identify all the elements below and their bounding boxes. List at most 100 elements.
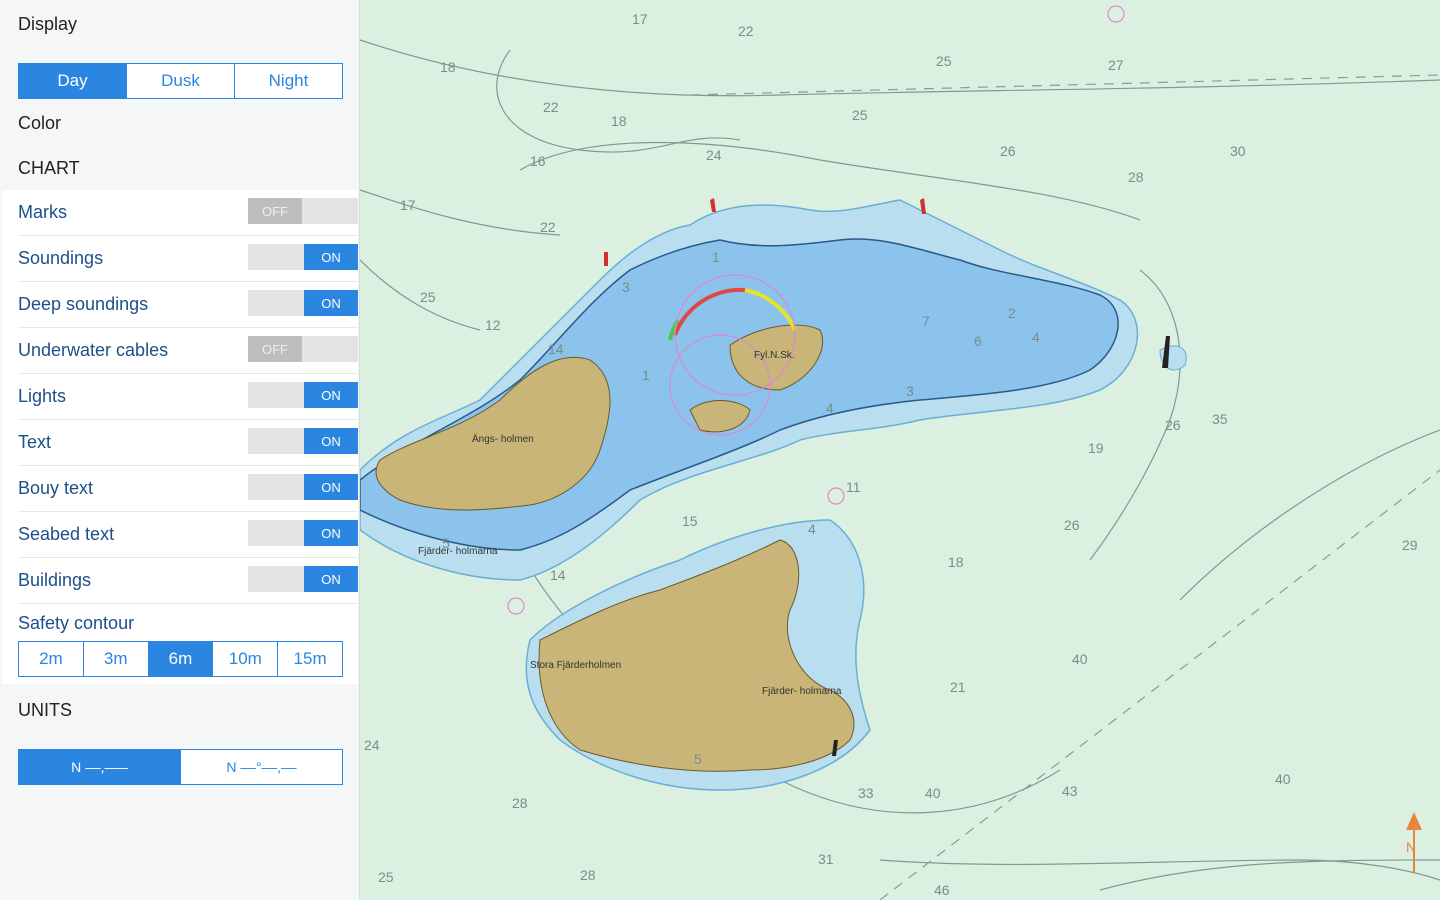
sounding-label: 3 xyxy=(906,383,914,399)
sounding-label: 2 xyxy=(1008,305,1016,321)
nautical-chart-map[interactable]: 17 22 25 27 18 22 18 25 16 24 26 30 28 1… xyxy=(360,0,1440,900)
sounding-label: 5 xyxy=(694,751,702,767)
sounding-label: 4 xyxy=(826,400,834,416)
sounding-label: 26 xyxy=(1165,417,1181,433)
sounding-label: 11 xyxy=(846,479,861,495)
sounding-label: 17 xyxy=(632,11,648,27)
toggle-row-lights: Lights ON xyxy=(18,374,358,420)
toggle-row-bouy-text: Bouy text ON xyxy=(18,466,358,512)
sounding-label: 28 xyxy=(580,867,596,883)
sounding-label: 22 xyxy=(540,219,556,235)
sounding-label: 19 xyxy=(1088,440,1104,456)
mode-day-button[interactable]: Day xyxy=(19,64,127,98)
soundings-toggle[interactable]: ON xyxy=(248,244,358,270)
sounding-label: 31 xyxy=(818,851,834,867)
sounding-label: 24 xyxy=(364,737,380,753)
sounding-label: 14 xyxy=(548,341,564,357)
sounding-label: 28 xyxy=(512,795,528,811)
mode-night-button[interactable]: Night xyxy=(235,64,342,98)
sounding-label: 35 xyxy=(1212,411,1228,427)
safety-6m-button[interactable]: 6m xyxy=(148,642,214,676)
toggle-state: OFF xyxy=(248,336,302,362)
sounding-label: 40 xyxy=(1275,771,1291,787)
text-toggle[interactable]: ON xyxy=(248,428,358,454)
sounding-label: 40 xyxy=(1072,651,1088,667)
units-decimal-minutes-button[interactable]: N ––,––– xyxy=(19,750,181,784)
sounding-label: 25 xyxy=(936,53,952,69)
toggle-row-buildings: Buildings ON xyxy=(18,558,358,604)
toggle-row-text: Text ON xyxy=(18,420,358,466)
safety-10m-button[interactable]: 10m xyxy=(213,642,279,676)
underwater-cables-toggle[interactable]: OFF xyxy=(248,336,358,362)
sounding-label: 12 xyxy=(485,317,501,333)
toggle-state: ON xyxy=(304,566,358,592)
sounding-label: 15 xyxy=(682,513,698,529)
sounding-label: 33 xyxy=(858,785,874,801)
sounding-label: 26 xyxy=(1000,143,1016,159)
units-degrees-minutes-button[interactable]: N ––°––,–– xyxy=(181,750,342,784)
toggle-state: ON xyxy=(304,382,358,408)
sounding-label: 4 xyxy=(1032,329,1040,345)
chart-section-title: CHART xyxy=(18,158,80,178)
sounding-label: 43 xyxy=(1062,783,1078,799)
safety-15m-button[interactable]: 15m xyxy=(278,642,342,676)
sounding-label: 25 xyxy=(378,869,394,885)
sounding-label: 3 xyxy=(622,279,630,295)
display-mode-selector: Day Dusk Night xyxy=(18,63,343,99)
toggle-row-seabed-text: Seabed text ON xyxy=(18,512,358,558)
lights-toggle[interactable]: ON xyxy=(248,382,358,408)
sounding-label: 1 xyxy=(712,249,720,265)
safety-contour-label: Safety contour xyxy=(18,612,135,633)
bouy-text-toggle[interactable]: ON xyxy=(248,474,358,500)
safety-3m-button[interactable]: 3m xyxy=(84,642,149,676)
toggle-row-underwater-cables: Underwater cables OFF xyxy=(18,328,358,374)
settings-panel: Display Day Dusk Night Color CHART Marks… xyxy=(0,0,360,900)
seabed-text-toggle[interactable]: ON xyxy=(248,520,358,546)
toggle-state: OFF xyxy=(248,198,302,224)
sounding-label: 28 xyxy=(1128,169,1144,185)
sounding-label: 30 xyxy=(1230,143,1246,159)
sounding-label: 25 xyxy=(420,289,436,305)
place-label: Fjärder- holmarna xyxy=(762,686,842,697)
sounding-label: 27 xyxy=(1108,57,1124,73)
buildings-toggle[interactable]: ON xyxy=(248,566,358,592)
place-label: Ängs- holmen xyxy=(472,433,534,445)
units-selector: N ––,––– N ––°––,–– xyxy=(18,749,343,785)
place-label: Fjärder- holmarna xyxy=(418,546,498,557)
toggle-state: ON xyxy=(304,244,358,270)
sounding-label: 26 xyxy=(1064,517,1080,533)
sounding-label: 6 xyxy=(974,333,982,349)
place-label: Stora Fjärderholmen xyxy=(530,660,621,671)
sounding-label: 18 xyxy=(440,59,456,75)
toggle-row-marks: Marks OFF xyxy=(18,190,358,236)
color-label: Color xyxy=(18,113,62,133)
sounding-label: 16 xyxy=(530,153,546,169)
safety-contour-selector: 2m 3m 6m 10m 15m xyxy=(18,641,343,677)
sounding-label: 25 xyxy=(852,107,868,123)
sounding-label: 18 xyxy=(611,113,627,129)
sounding-label: 7 xyxy=(922,313,930,329)
toggle-state: ON xyxy=(304,428,358,454)
safety-2m-button[interactable]: 2m xyxy=(19,642,84,676)
marks-toggle[interactable]: OFF xyxy=(248,198,358,224)
sounding-label: 17 xyxy=(400,197,416,213)
deep-soundings-toggle[interactable]: ON xyxy=(248,290,358,316)
toggle-state: ON xyxy=(304,520,358,546)
display-title: Display xyxy=(18,14,78,34)
safety-contour-row: Safety contour xyxy=(18,606,358,640)
sounding-label: 24 xyxy=(706,147,722,163)
buoy-red-icon xyxy=(604,252,608,266)
sounding-label: 29 xyxy=(1402,537,1418,553)
toggle-state: ON xyxy=(304,474,358,500)
sounding-label: 21 xyxy=(950,679,966,695)
sounding-label: 22 xyxy=(738,23,754,39)
mode-dusk-button[interactable]: Dusk xyxy=(127,64,235,98)
sounding-label: 46 xyxy=(934,882,950,898)
sounding-label: 18 xyxy=(948,554,964,570)
place-label: Fyl.N.Sk. xyxy=(754,350,795,361)
sounding-label: 14 xyxy=(550,567,566,583)
sounding-label: 1 xyxy=(642,367,650,383)
sounding-label: 40 xyxy=(925,785,941,801)
north-label: N xyxy=(1406,839,1416,855)
toggle-state: ON xyxy=(304,290,358,316)
